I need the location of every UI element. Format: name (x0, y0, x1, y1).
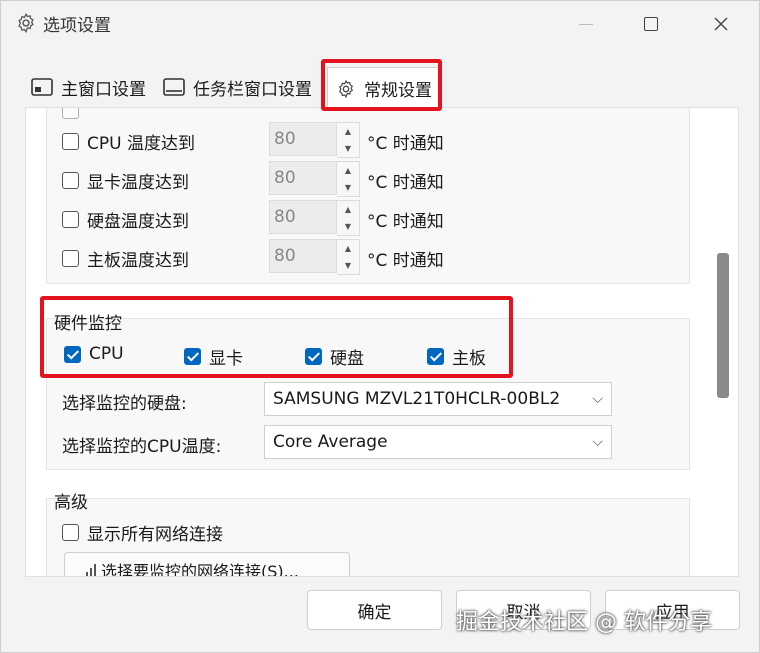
unit-label: °C 时通知 (367, 173, 444, 193)
partial-row (62, 108, 87, 119)
hw-cpu-label: CPU (89, 344, 124, 364)
unit-label: °C 时通知 (367, 134, 444, 154)
hw-board-label: 主板 (452, 349, 486, 369)
select-network-button[interactable]: 选择要监控的网络连接(S)... (64, 552, 350, 577)
disk-select-label: 选择监控的硬盘: (62, 394, 187, 414)
spin-up-icon[interactable]: ▲ (337, 123, 359, 140)
select-network-label: 选择要监控的网络连接(S)... (101, 562, 299, 577)
hw-gpu-checkbox[interactable] (184, 348, 201, 365)
cpu-temp-checkbox[interactable] (62, 133, 79, 150)
maximize-icon (644, 17, 658, 31)
hw-disk-option[interactable]: 硬盘 (305, 344, 364, 369)
taskbar-icon (163, 78, 185, 96)
gpu-temp-spinner[interactable]: 80 ▲ ▼ (269, 161, 365, 197)
settings-panel[interactable]: CPU 温度达到 80 ▲ ▼ °C 时通知 显卡温度达到 80 ▲ ▼ °C 时通… (25, 107, 739, 577)
tab-bar: 主窗口设置 任务栏窗口设置 常规设置 (27, 67, 737, 109)
cpu-temp-select[interactable]: Core Average ⌵ (264, 425, 612, 459)
hw-board-checkbox[interactable] (427, 348, 444, 365)
hw-gpu-option[interactable]: 显卡 (184, 344, 243, 369)
window-icon (31, 78, 53, 96)
hw-cpu-option[interactable]: CPU (64, 344, 124, 364)
close-icon (714, 17, 728, 31)
hardware-monitor-title: 硬件监控 (54, 314, 122, 334)
minimize-icon (579, 23, 593, 25)
show-all-connections-checkbox[interactable] (62, 524, 79, 541)
tab-general-settings[interactable]: 常规设置 (327, 67, 441, 109)
gpu-temp-row: 显卡温度达到 (62, 168, 189, 193)
minimize-button[interactable] (566, 9, 606, 39)
tab-label: 任务栏窗口设置 (193, 79, 312, 100)
bar-chart-icon (86, 564, 96, 576)
disk-temp-checkbox[interactable] (62, 211, 79, 228)
disk-temp-label: 硬盘温度达到 (87, 212, 189, 232)
hw-board-option[interactable]: 主板 (427, 344, 486, 369)
cpu-temp-select-label: 选择监控的CPU温度: (62, 437, 222, 457)
unit-label: °C 时通知 (367, 212, 444, 232)
window-title: 选项设置 (43, 16, 111, 36)
tab-label: 常规设置 (364, 81, 432, 101)
cpu-temp-row: CPU 温度达到 (62, 129, 195, 154)
board-temp-label: 主板温度达到 (87, 251, 189, 271)
board-temp-checkbox[interactable] (62, 250, 79, 267)
disk-select[interactable]: SAMSUNG MZVL21T0HCLR-00BL2 ⌵ (264, 382, 612, 416)
disk-select-value: SAMSUNG MZVL21T0HCLR-00BL2 (273, 389, 561, 409)
spin-down-icon[interactable]: ▼ (337, 257, 359, 274)
advanced-title: 高级 (54, 493, 88, 513)
options-dialog: 选项设置 主窗口设置 任务栏窗口设置 常规设置 CPU 温度达到 80 ▲ ▼ … (0, 0, 760, 653)
spin-up-icon[interactable]: ▲ (337, 201, 359, 218)
spin-down-icon[interactable]: ▼ (337, 179, 359, 196)
spinner-value[interactable]: 80 (269, 239, 337, 273)
disk-temp-row: 硬盘温度达到 (62, 207, 189, 232)
cpu-temp-select-value: Core Average (273, 432, 388, 452)
chevron-down-icon: ⌵ (592, 391, 603, 407)
spin-up-icon[interactable]: ▲ (337, 240, 359, 257)
spinner-value[interactable]: 80 (269, 200, 337, 234)
maximize-button[interactable] (631, 9, 671, 39)
cancel-button[interactable]: 取消 (456, 590, 591, 630)
unit-label: °C 时通知 (367, 251, 444, 271)
title-bar[interactable]: 选项设置 (1, 1, 759, 47)
gear-icon (15, 12, 37, 34)
hw-gpu-label: 显卡 (209, 349, 243, 369)
spinner-value[interactable]: 80 (269, 161, 337, 195)
gear-icon (336, 79, 356, 99)
tab-taskbar-window[interactable]: 任务栏窗口设置 (163, 67, 312, 107)
hw-disk-label: 硬盘 (330, 349, 364, 369)
disk-temp-spinner[interactable]: 80 ▲ ▼ (269, 200, 365, 236)
chevron-down-icon: ⌵ (592, 434, 603, 450)
gpu-temp-label: 显卡温度达到 (87, 173, 189, 193)
spin-up-icon[interactable]: ▲ (337, 162, 359, 179)
scrollbar-thumb[interactable] (717, 253, 729, 398)
apply-button[interactable]: 应用 (605, 590, 740, 630)
cpu-temp-label: CPU 温度达到 (87, 134, 195, 154)
hw-disk-checkbox[interactable] (305, 348, 322, 365)
spinner-value[interactable]: 80 (269, 122, 337, 156)
hw-cpu-checkbox[interactable] (64, 345, 81, 363)
spin-down-icon[interactable]: ▼ (337, 140, 359, 157)
show-all-connections-label: 显示所有网络连接 (87, 525, 223, 545)
board-temp-row: 主板温度达到 (62, 246, 189, 271)
spin-down-icon[interactable]: ▼ (337, 218, 359, 235)
tab-label: 主窗口设置 (61, 79, 146, 100)
gpu-temp-checkbox[interactable] (62, 172, 79, 189)
tab-main-window[interactable]: 主窗口设置 (31, 67, 146, 107)
checkbox[interactable] (62, 108, 79, 119)
ok-button[interactable]: 确定 (307, 590, 442, 630)
close-button[interactable] (701, 9, 741, 39)
cpu-temp-spinner[interactable]: 80 ▲ ▼ (269, 122, 365, 158)
show-all-connections-option[interactable]: 显示所有网络连接 (62, 520, 223, 545)
board-temp-spinner[interactable]: 80 ▲ ▼ (269, 239, 365, 275)
